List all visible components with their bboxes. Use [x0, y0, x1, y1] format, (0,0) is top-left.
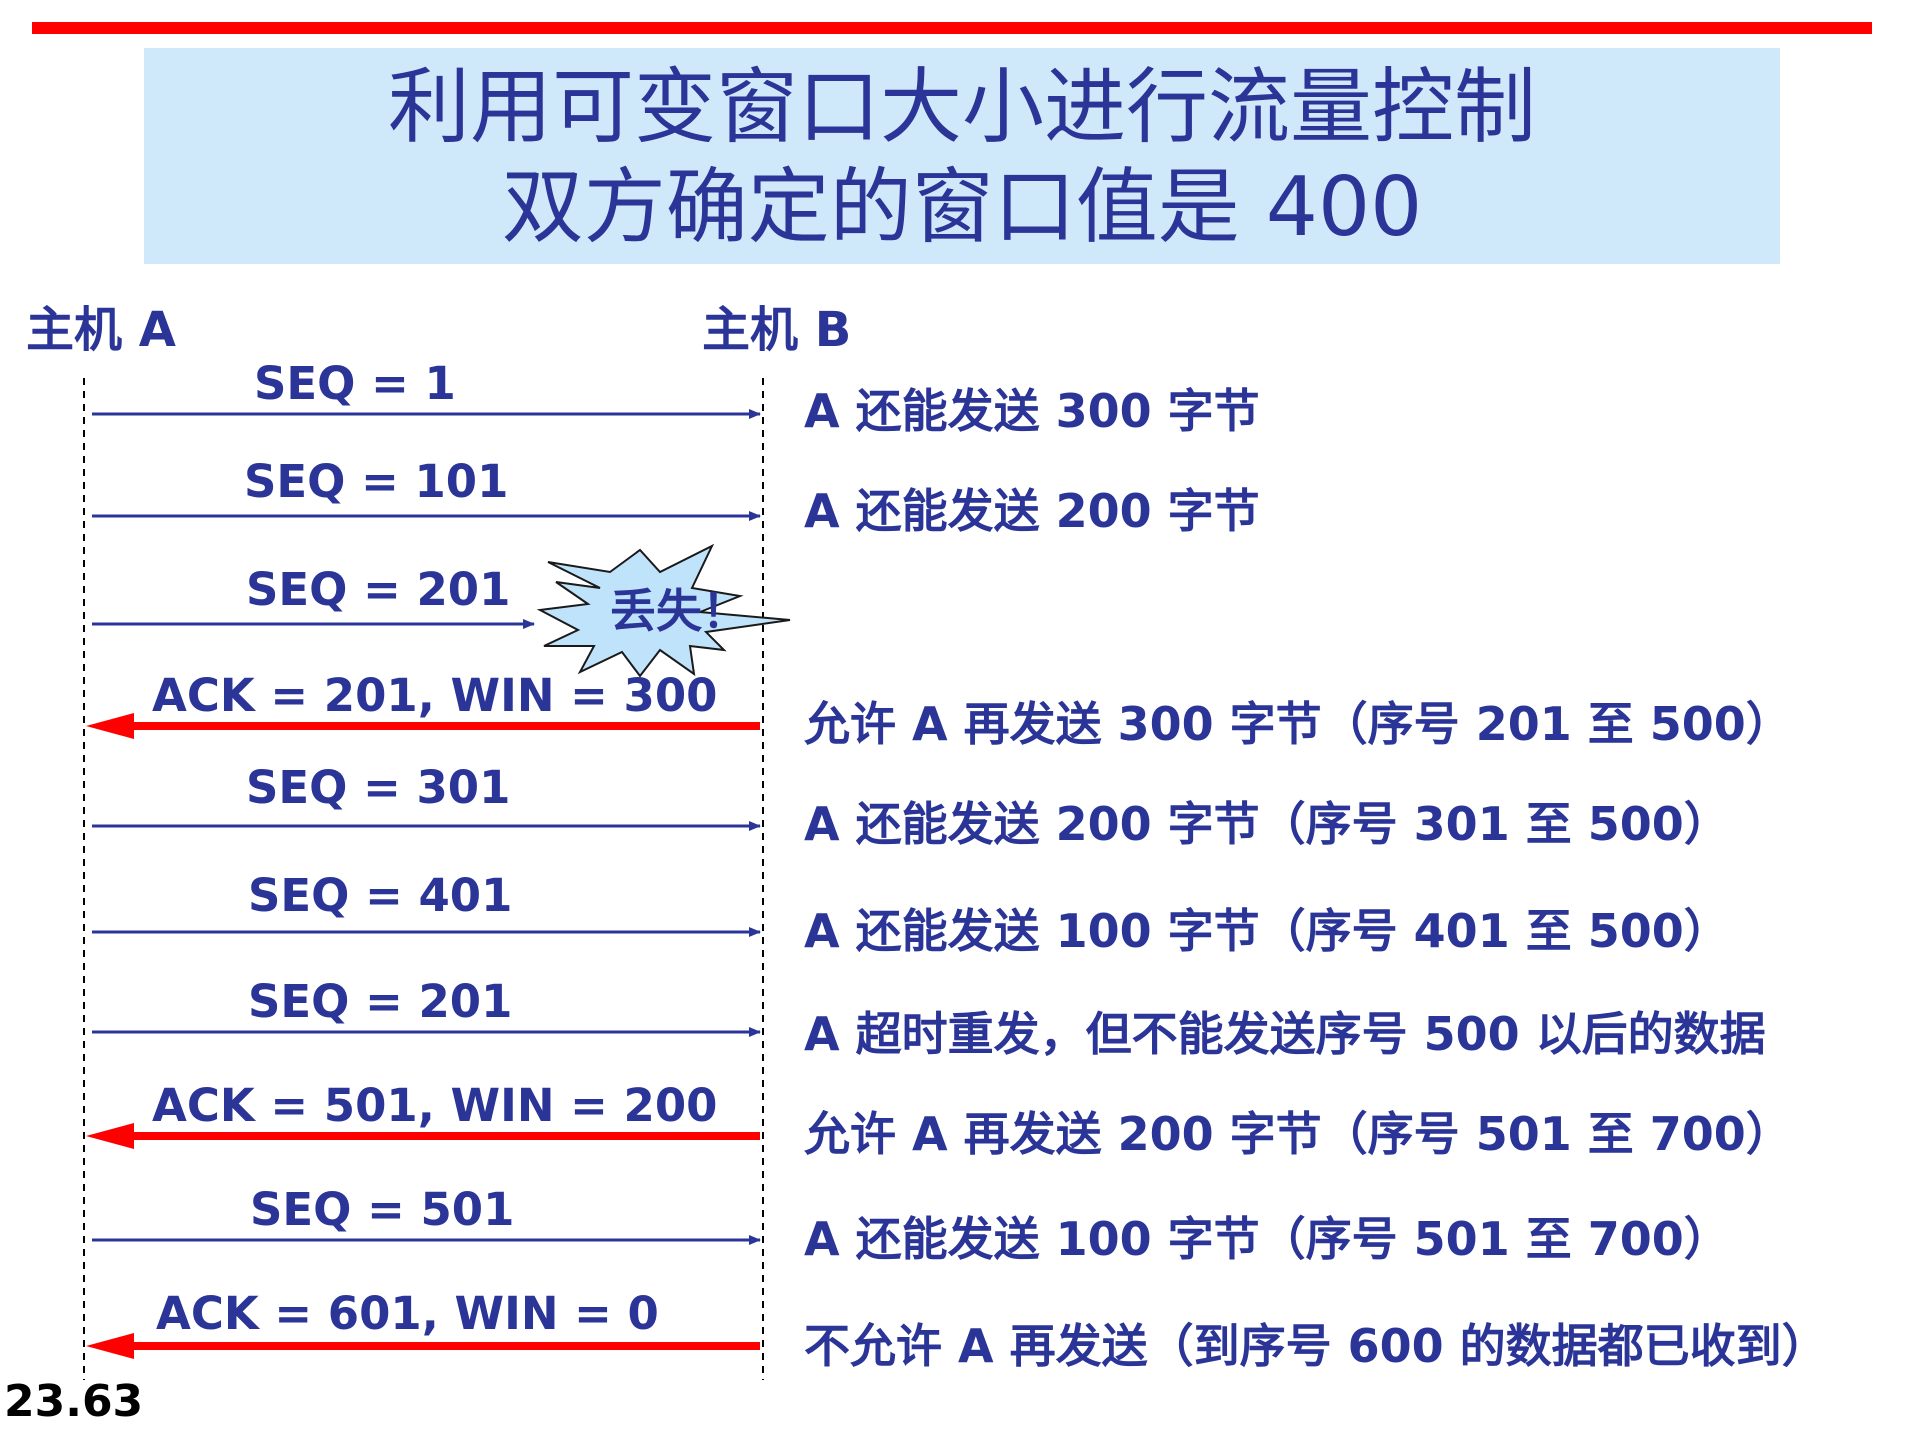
message-note: 允许 A 再发送 200 字节（序号 501 至 700） [804, 1107, 1792, 1161]
message-label: SEQ = 201 [246, 563, 511, 616]
message-note: A 还能发送 100 字节（序号 401 至 500） [804, 904, 1730, 958]
slide-number: 23.63 [4, 1376, 144, 1427]
message-note: A 还能发送 200 字节 [804, 484, 1260, 538]
message-label: ACK = 601, WIN = 0 [156, 1287, 659, 1340]
ack-arrow-head [86, 1333, 134, 1359]
message-note: A 超时重发，但不能发送序号 500 以后的数据 [804, 1007, 1766, 1061]
message-label: SEQ = 301 [246, 761, 511, 814]
message-note: A 还能发送 300 字节 [804, 384, 1260, 438]
message-label: SEQ = 101 [244, 455, 509, 508]
message-label: SEQ = 1 [254, 357, 456, 410]
message-note: A 还能发送 100 字节（序号 501 至 700） [804, 1212, 1730, 1266]
ack-arrow-head [86, 713, 134, 739]
ack-arrow-head [86, 1123, 134, 1149]
message-note: 不允许 A 再发送（到序号 600 的数据都已收到） [804, 1319, 1828, 1373]
message-label: SEQ = 201 [248, 975, 513, 1028]
message-label: ACK = 201, WIN = 300 [152, 669, 718, 722]
message-label: ACK = 501, WIN = 200 [152, 1079, 718, 1132]
message-note: A 还能发送 200 字节（序号 301 至 500） [804, 797, 1730, 851]
slide: 利用可变窗口大小进行流量控制 双方确定的窗口值是 400 主机 A 主机 B 丢… [0, 0, 1920, 1440]
lost-label: 丢失！ [610, 584, 748, 638]
message-note: 允许 A 再发送 300 字节（序号 201 至 500） [804, 697, 1792, 751]
message-label: SEQ = 401 [248, 869, 513, 922]
message-label: SEQ = 501 [250, 1183, 515, 1236]
